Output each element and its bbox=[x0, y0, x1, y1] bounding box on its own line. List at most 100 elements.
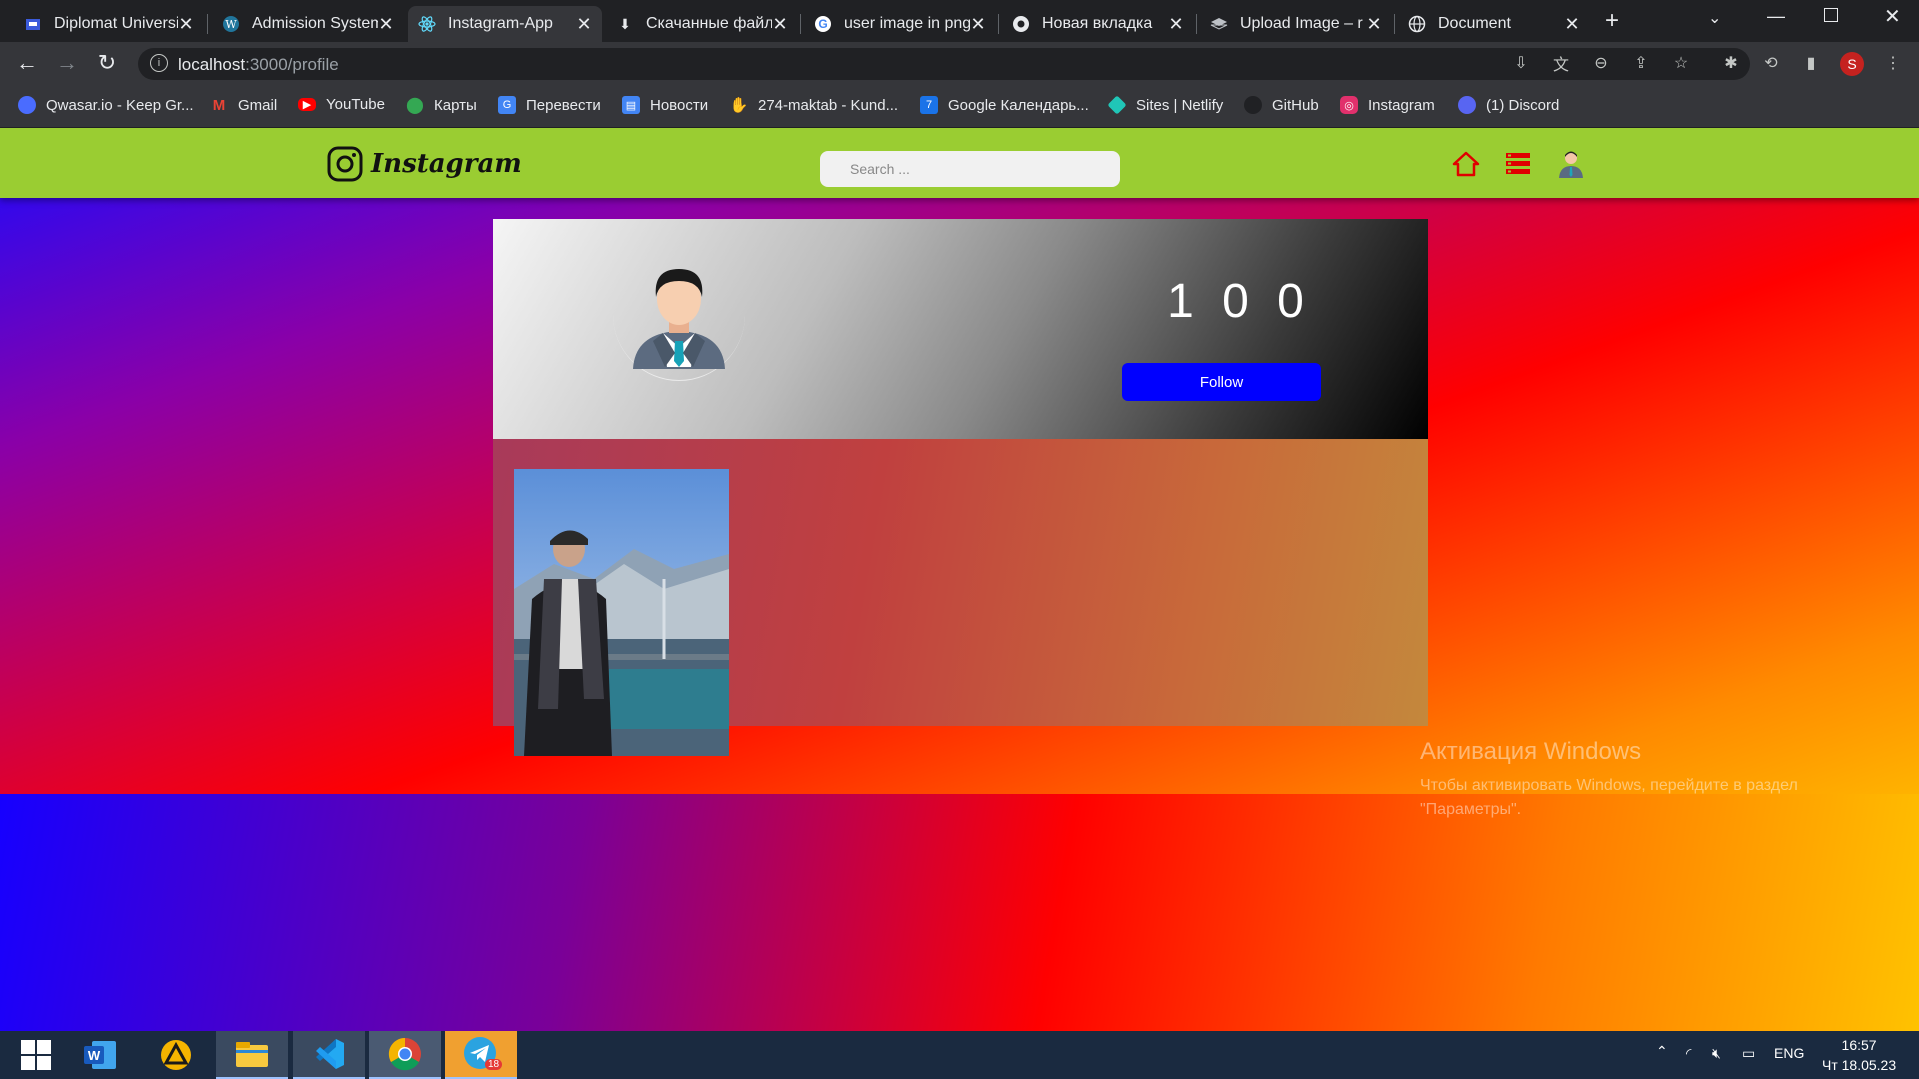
side-panel-icon[interactable]: ▮ bbox=[1800, 52, 1822, 74]
close-icon[interactable]: ✕ bbox=[1564, 14, 1580, 35]
back-arrow-icon[interactable]: ← bbox=[12, 48, 42, 78]
new-tab-button[interactable]: + bbox=[1597, 6, 1627, 36]
telegram-icon[interactable]: 18 bbox=[445, 1031, 517, 1079]
tab-new-tab[interactable]: Новая вкладка ✕ bbox=[1002, 6, 1194, 42]
profile-avatar[interactable]: S bbox=[1840, 52, 1864, 76]
layers-favicon bbox=[1210, 15, 1228, 33]
university-favicon bbox=[24, 15, 42, 33]
address-bar[interactable]: i localhost:3000/profile bbox=[138, 48, 1750, 80]
url-text: localhost:3000/profile bbox=[178, 55, 339, 74]
tab-search-icon[interactable]: ⌄ bbox=[1708, 8, 1721, 28]
chrome-icon[interactable] bbox=[369, 1031, 441, 1079]
tab-admission[interactable]: W Admission System ✕ bbox=[212, 6, 404, 42]
instagram-logo[interactable]: Instagram bbox=[327, 146, 522, 182]
svg-text:W: W bbox=[225, 18, 237, 31]
zoom-out-icon[interactable]: ⊖ bbox=[1590, 52, 1612, 74]
forward-arrow-icon[interactable]: → bbox=[52, 48, 82, 78]
reload-icon[interactable]: ↻ bbox=[92, 48, 122, 78]
follow-button[interactable]: Follow bbox=[1122, 363, 1321, 401]
share-icon[interactable]: ⇪ bbox=[1630, 52, 1652, 74]
wifi-icon[interactable]: ◜ bbox=[1686, 1045, 1691, 1062]
info-icon[interactable]: i bbox=[150, 54, 168, 72]
tab-upload-image[interactable]: Upload Image – r ✕ bbox=[1200, 6, 1392, 42]
user-avatar-icon[interactable] bbox=[1558, 149, 1584, 184]
close-icon[interactable]: ✕ bbox=[378, 14, 394, 35]
window-close-icon[interactable]: ✕ bbox=[1884, 4, 1901, 29]
tray-chevron-icon[interactable]: ⌃ bbox=[1656, 1043, 1668, 1060]
close-icon[interactable]: ✕ bbox=[178, 14, 194, 35]
volume-muted-icon[interactable]: 🔇︎ bbox=[1712, 1045, 1721, 1062]
bookmark-translate[interactable]: G Перевести bbox=[498, 96, 601, 114]
news-icon: ▤ bbox=[622, 96, 640, 114]
bookmark-netlify[interactable]: Sites | Netlify bbox=[1107, 95, 1223, 115]
telegram-badge: 18 bbox=[485, 1059, 503, 1070]
tab-google-search[interactable]: G user image in png ✕ bbox=[804, 6, 996, 42]
activation-title: Активация Windows bbox=[1420, 738, 1642, 765]
page-viewport: Instagram 100 Fo bbox=[0, 128, 1919, 1031]
clock[interactable]: 16:57 Чт 18.05.23 bbox=[1822, 1035, 1896, 1075]
chrome-favicon bbox=[1012, 15, 1030, 33]
vpn-app-icon[interactable] bbox=[140, 1031, 212, 1079]
globe-favicon bbox=[1408, 15, 1426, 33]
close-icon[interactable]: ✕ bbox=[1366, 14, 1382, 35]
menu-list-icon[interactable] bbox=[1504, 151, 1532, 182]
bookmark-gmail[interactable]: M Gmail bbox=[210, 96, 277, 114]
bookmark-news[interactable]: ▤ Новости bbox=[622, 96, 708, 114]
posts-count: 1 bbox=[1167, 275, 1194, 328]
tab-document[interactable]: Document ✕ bbox=[1398, 6, 1590, 42]
tab-title: Instagram-App bbox=[448, 15, 553, 32]
vscode-icon[interactable] bbox=[293, 1031, 365, 1079]
install-app-icon[interactable]: ⇩ bbox=[1510, 52, 1532, 74]
windows-taskbar: W 18 ⌃ ◜ 🔇︎ ▭ ENG 16:57 Чт 18.05.23 bbox=[0, 1031, 1919, 1079]
tab-title: user image in png bbox=[844, 15, 970, 32]
translate-app-icon: G bbox=[498, 96, 516, 114]
google-favicon: G bbox=[814, 15, 832, 33]
bookmark-maps[interactable]: ⬤ Карты bbox=[406, 96, 477, 115]
tab-diplomat[interactable]: Diplomat Universi ✕ bbox=[14, 6, 204, 42]
page-background-lower bbox=[0, 794, 1919, 1031]
minimize-icon[interactable]: — bbox=[1767, 6, 1785, 27]
post-thumbnail[interactable] bbox=[514, 469, 729, 756]
tab-downloads[interactable]: ⬇ Скачанные файлы ✕ bbox=[606, 6, 798, 42]
bookmark-qwasar[interactable]: Qwasar.io - Keep Gr... bbox=[18, 96, 194, 114]
close-icon[interactable]: ✕ bbox=[772, 14, 788, 35]
app-navbar: Instagram bbox=[0, 128, 1919, 198]
more-menu-icon[interactable]: ⋮ bbox=[1882, 52, 1904, 74]
performance-icon[interactable]: ⟲ bbox=[1760, 52, 1782, 74]
tab-title: Document bbox=[1438, 15, 1511, 32]
close-icon[interactable]: ✕ bbox=[1168, 14, 1184, 35]
close-icon[interactable]: ✕ bbox=[576, 14, 592, 35]
close-icon[interactable]: ✕ bbox=[970, 14, 986, 35]
hand-icon: ✋ bbox=[729, 97, 749, 114]
battery-icon[interactable]: ▭ bbox=[1742, 1045, 1755, 1062]
bookmark-calendar[interactable]: 7 Google Календарь... bbox=[920, 96, 1089, 114]
profile-avatar-image bbox=[613, 249, 745, 381]
start-windows-icon[interactable] bbox=[0, 1031, 72, 1079]
react-favicon bbox=[418, 15, 436, 33]
tab-title: Upload Image – r bbox=[1240, 15, 1363, 32]
bookmark-274-maktab[interactable]: ✋ 274-maktab - Kund... bbox=[729, 96, 898, 115]
bookmark-discord[interactable]: (1) Discord bbox=[1458, 96, 1559, 114]
activation-line1: Чтобы активировать Windows, перейдите в … bbox=[1420, 777, 1798, 794]
bookmark-star-icon[interactable]: ☆ bbox=[1670, 52, 1692, 74]
instagram-icon: ◎ bbox=[1340, 96, 1358, 114]
search-input[interactable] bbox=[820, 151, 1120, 187]
tab-instagram-app[interactable]: Instagram-App ✕ bbox=[408, 6, 602, 42]
bookmark-github[interactable]: GitHub bbox=[1244, 96, 1319, 114]
language-indicator[interactable]: ENG bbox=[1774, 1045, 1804, 1061]
file-explorer-icon[interactable] bbox=[216, 1031, 288, 1079]
profile-header-card: 100 Follow bbox=[493, 219, 1428, 439]
profile-posts-grid bbox=[493, 439, 1428, 756]
bookmark-instagram[interactable]: ◎ Instagram bbox=[1340, 96, 1435, 114]
clock-time: 16:57 bbox=[1841, 1037, 1877, 1053]
bookmark-youtube[interactable]: ▶ YouTube bbox=[298, 96, 385, 113]
restore-icon[interactable] bbox=[1824, 8, 1838, 22]
svg-text:W: W bbox=[88, 1048, 101, 1063]
home-icon[interactable] bbox=[1452, 150, 1480, 183]
browser-tab-strip: Diplomat Universi ✕ W Admission System ✕… bbox=[0, 0, 1919, 42]
translate-icon[interactable]: 文 bbox=[1550, 52, 1572, 74]
extensions-icon[interactable]: ✱ bbox=[1720, 52, 1742, 74]
word-icon[interactable]: W bbox=[64, 1031, 136, 1079]
logo-text: Instagram bbox=[371, 149, 522, 179]
bookmarks-bar: Qwasar.io - Keep Gr... M Gmail ▶ YouTube ⬤… bbox=[0, 84, 1919, 128]
